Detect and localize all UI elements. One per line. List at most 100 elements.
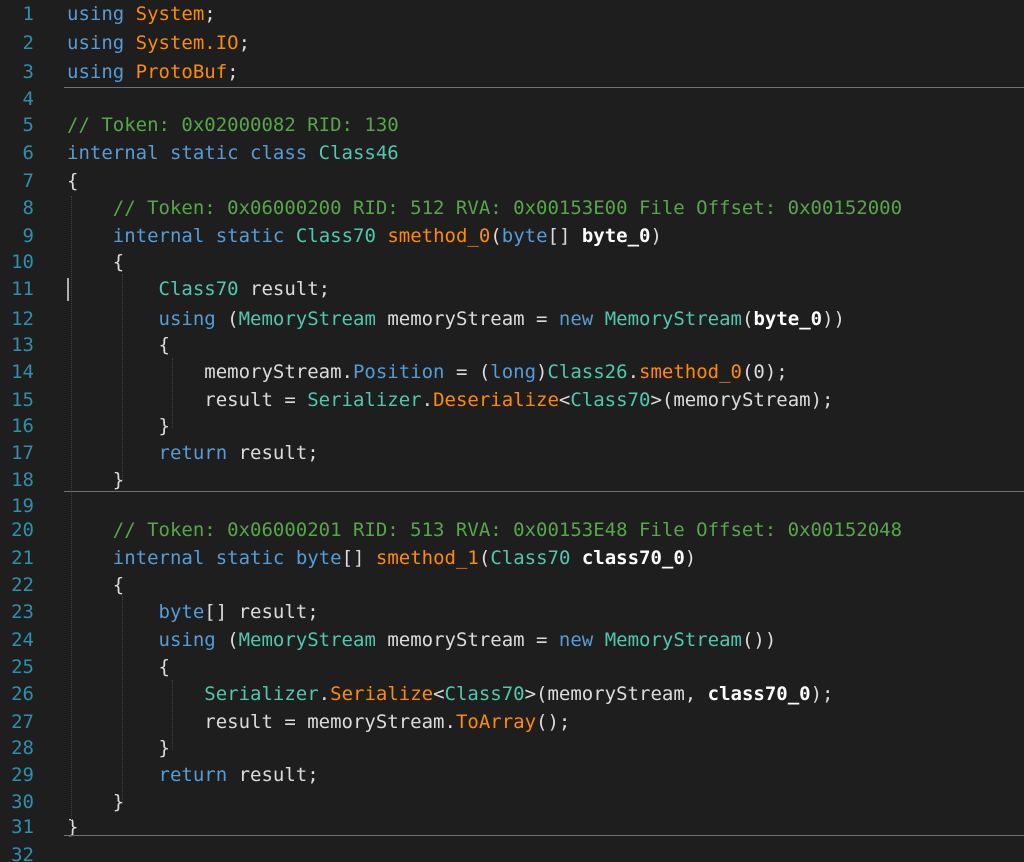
line-number: 17 <box>11 442 34 464</box>
code-token: { <box>67 656 170 678</box>
code-token: [] <box>547 225 582 247</box>
line-number: 30 <box>11 791 34 813</box>
code-token: ) <box>536 361 548 383</box>
indent-guide <box>122 274 123 482</box>
code-line[interactable]: 30 } <box>0 788 1024 816</box>
code-token: internal static class <box>67 142 308 164</box>
code-token: memoryStream = <box>375 629 559 651</box>
line-number: 5 <box>22 114 34 136</box>
code-token: long <box>490 361 537 383</box>
code-token: memoryStream. <box>67 361 353 383</box>
code-token: ( <box>215 308 239 330</box>
code-token: new <box>558 308 594 330</box>
code-token: System.IO <box>135 32 239 54</box>
code-line[interactable]: 31} <box>0 813 1024 841</box>
line-number: 15 <box>11 389 34 411</box>
code-line[interactable]: 18 } <box>0 466 1024 494</box>
code-token: ( <box>741 308 754 330</box>
code-line[interactable]: 2 using System.IO; <box>0 29 1024 57</box>
code-text: byte[] result; <box>67 598 319 626</box>
line-number: 7 <box>22 170 34 192</box>
code-text: return result; <box>67 761 319 789</box>
code-line[interactable]: 4 <box>0 85 1024 113</box>
code-line[interactable]: 7{ <box>0 167 1024 195</box>
code-line[interactable]: 6 internal static class Class46 <box>0 139 1024 167</box>
code-line[interactable]: 5 // Token: 0x02000082 RID: 130 <box>0 111 1024 139</box>
code-text: { <box>67 248 124 276</box>
code-text: } <box>67 412 170 440</box>
code-line[interactable]: 20 // Token: 0x06000201 RID: 513 RVA: 0x… <box>0 516 1024 544</box>
code-token: (0); <box>741 361 788 383</box>
code-token: { <box>67 574 125 596</box>
code-line[interactable]: 24 using (MemoryStream memoryStream = ne… <box>0 626 1024 654</box>
code-token: using <box>67 3 125 25</box>
code-token: byte <box>295 547 342 569</box>
code-line[interactable]: 27 result = memoryStream.ToArray(); <box>0 708 1024 736</box>
code-token: ) <box>684 547 697 569</box>
line-number: 10 <box>11 251 34 273</box>
code-line[interactable]: 25 { <box>0 653 1024 681</box>
code-token: new <box>558 629 594 651</box>
code-line[interactable]: 14 memoryStream.Position = (long)Class26… <box>0 358 1024 386</box>
code-line[interactable]: 32 <box>0 841 1024 862</box>
code-line[interactable]: 10 { <box>0 248 1024 276</box>
code-token: = ( <box>444 361 491 383</box>
code-line[interactable]: 22 { <box>0 571 1024 599</box>
code-token: } <box>67 415 170 437</box>
code-line[interactable]: 9 internal static Class70 smethod_0(byte… <box>0 222 1024 250</box>
line-number: 16 <box>11 415 34 437</box>
line-number: 27 <box>11 711 34 733</box>
code-token: . <box>421 389 434 411</box>
code-text: { <box>67 167 78 195</box>
code-token: [] <box>341 547 376 569</box>
code-line[interactable]: 12 using (MemoryStream memoryStream = ne… <box>0 305 1024 333</box>
code-line[interactable]: 28 } <box>0 734 1024 762</box>
code-token: Serializer <box>307 389 422 411</box>
code-token: result; <box>238 278 331 300</box>
code-line[interactable]: 16 } <box>0 412 1024 440</box>
method-separator <box>64 491 1024 492</box>
code-token: Class70 <box>158 278 239 300</box>
code-line[interactable]: 3 using ProtoBuf; <box>0 58 1024 86</box>
text-caret <box>67 278 69 301</box>
line-number: 22 <box>11 574 34 596</box>
code-token: smethod_0 <box>387 225 491 247</box>
line-number: 26 <box>11 683 34 705</box>
code-line[interactable]: 21 internal static byte[] smethod_1(Clas… <box>0 544 1024 572</box>
code-line[interactable]: 13 { <box>0 331 1024 359</box>
code-token: ( <box>490 225 502 247</box>
code-line[interactable]: 23 byte[] result; <box>0 598 1024 626</box>
code-line[interactable]: 11 Class70 result; <box>0 275 1024 303</box>
code-line[interactable]: 15 result = Serializer.Deserialize<Class… <box>0 386 1024 414</box>
indent-guide <box>172 680 173 750</box>
code-line[interactable]: 29 return result; <box>0 761 1024 789</box>
code-token: MemoryStream <box>238 629 376 651</box>
code-token: byte_0 <box>753 308 823 330</box>
line-number: 9 <box>22 225 34 247</box>
code-line[interactable]: 26 Serializer.Serialize<Class70>(memoryS… <box>0 680 1024 708</box>
code-line[interactable]: 17 return result; <box>0 439 1024 467</box>
code-token: Class70 <box>295 225 376 247</box>
code-text: } <box>67 788 124 816</box>
code-token: } <box>67 737 170 759</box>
code-token: { <box>67 251 125 273</box>
code-token: result; <box>227 764 319 786</box>
code-line[interactable]: 1 using System; <box>0 0 1024 28</box>
code-line[interactable]: 8 // Token: 0x06000200 RID: 512 RVA: 0x0… <box>0 194 1024 222</box>
line-number: 1 <box>22 3 34 25</box>
code-token: } <box>67 469 125 491</box>
method-separator <box>64 835 1024 836</box>
code-token: memoryStream = <box>375 308 559 330</box>
code-token: (); <box>536 711 571 733</box>
code-token: return <box>158 442 228 464</box>
line-number: 13 <box>11 334 34 356</box>
code-editor[interactable]: 1 using System; 2 using System.IO; 3 using Pr… <box>0 0 1024 862</box>
